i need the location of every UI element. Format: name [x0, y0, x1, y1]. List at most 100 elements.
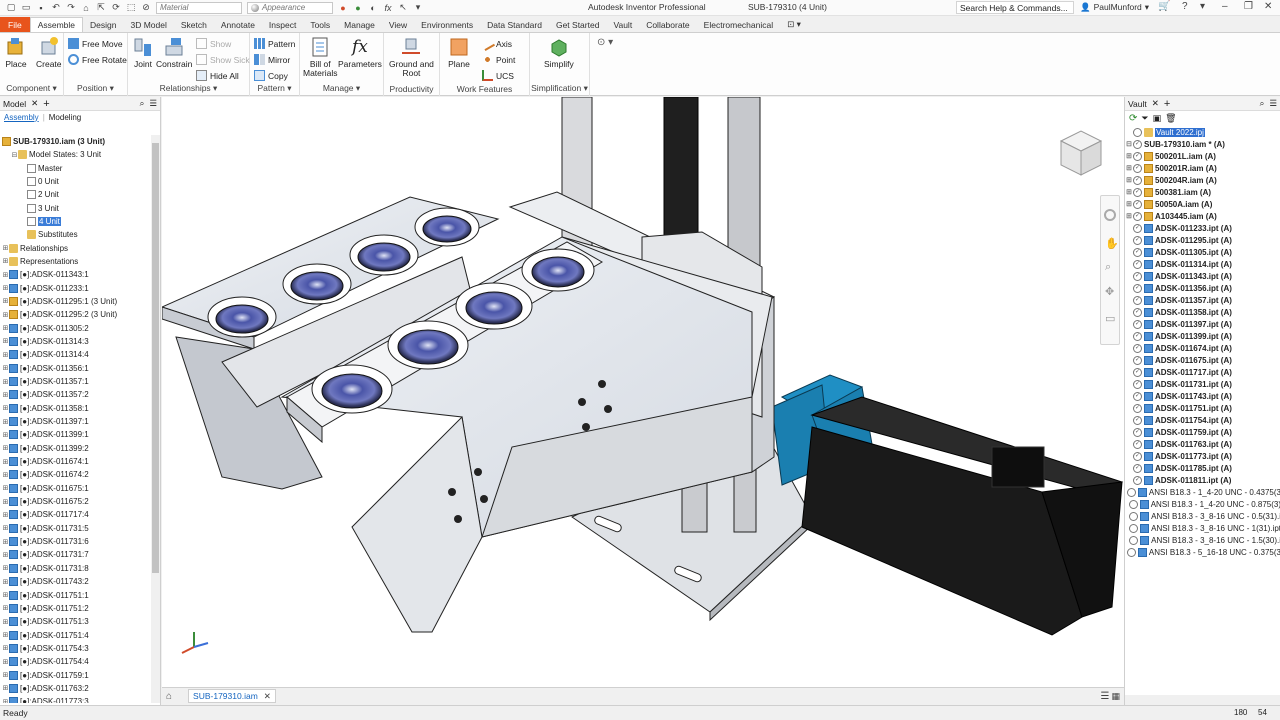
vault-item[interactable]: ⊞ ✓ 500204R.iam (A): [1125, 174, 1280, 186]
vault-item[interactable]: ✓ ADSK-011399.ipt (A): [1125, 330, 1280, 342]
expand-icon[interactable]: ⊞: [2, 538, 9, 546]
tree-item[interactable]: ⊞ [●]:ADSK-011717:4: [0, 508, 150, 521]
tree-item[interactable]: ⊞ [●]:ADSK-011675:2: [0, 495, 150, 508]
tree-item[interactable]: ⊞ [●]:ADSK-011754:3: [0, 642, 150, 655]
tree-item[interactable]: ⊞ [●]:ADSK-011357:1: [0, 375, 150, 388]
expand-icon[interactable]: ⊞: [2, 591, 9, 599]
expand-icon[interactable]: ⊞: [1125, 176, 1133, 184]
user-account[interactable]: 👤 PaulMunford ▾: [1080, 2, 1149, 13]
look-at-icon[interactable]: ▭: [1105, 312, 1115, 325]
tree-item[interactable]: ⊞ [●]:ADSK-011731:7: [0, 548, 150, 561]
restore-icon[interactable]: ❐: [1244, 1, 1253, 12]
vault-item[interactable]: ✓ ADSK-011397.ipt (A): [1125, 318, 1280, 330]
graphics-window[interactable]: ✋ ⌕ ✥ ▭: [162, 97, 1124, 687]
tree-item[interactable]: ⊞ [●]:ADSK-011295:1 (3 Unit): [0, 295, 150, 308]
help-icon[interactable]: ?: [1182, 1, 1188, 12]
expand-icon[interactable]: ⊞: [1125, 200, 1133, 208]
tab-environments[interactable]: Environments: [414, 17, 480, 32]
tree-item[interactable]: ⊞ Representations: [0, 255, 150, 268]
tree-item[interactable]: Substitutes: [0, 228, 150, 241]
vault-item[interactable]: ⊞ ✓ 50050A.iam (A): [1125, 198, 1280, 210]
search-icon[interactable]: ⌕: [140, 98, 145, 109]
expand-icon[interactable]: ⊞: [2, 351, 9, 359]
return-icon[interactable]: ⇱: [94, 2, 108, 14]
pattern-panel-label[interactable]: Pattern ▾: [250, 83, 299, 94]
expand-icon[interactable]: ⊞: [2, 644, 9, 652]
vault-item[interactable]: ✓ ADSK-011343.ipt (A): [1125, 270, 1280, 282]
expand-icon[interactable]: ▾: [411, 2, 425, 14]
vault-item[interactable]: ✓ ADSK-011233.ipt (A): [1125, 222, 1280, 234]
vault-item[interactable]: ⊞ ✓ A103445.iam (A): [1125, 210, 1280, 222]
vault-item[interactable]: ✓ ADSK-011731.ipt (A): [1125, 378, 1280, 390]
filter-icon[interactable]: ⏷: [1141, 113, 1148, 124]
tree-root[interactable]: SUB-179310.iam (3 Unit): [2, 135, 105, 148]
refresh-icon[interactable]: ⟳: [1129, 113, 1137, 124]
vault-item[interactable]: ⊟ ✓ SUB-179310.iam * (A): [1125, 138, 1280, 150]
redo-icon[interactable]: ↷: [64, 2, 78, 14]
delete-icon[interactable]: 🗑: [1165, 113, 1176, 124]
vault-item[interactable]: ANSI B18.3 - 3_8-16 UNC - 1.5(30).i: [1125, 534, 1280, 546]
collapse-icon[interactable]: ⊟: [1125, 140, 1133, 148]
vault-item[interactable]: ✓ ADSK-011754.ipt (A): [1125, 414, 1280, 426]
tree-item[interactable]: ⊞ [●]:ADSK-011343:1: [0, 268, 150, 281]
tab-collaborate[interactable]: Collaborate: [639, 17, 696, 32]
clear-appearance-icon[interactable]: ◐: [366, 2, 380, 14]
undo-icon[interactable]: ↶: [49, 2, 63, 14]
expand-icon[interactable]: ⊞: [1125, 152, 1133, 160]
ucs-button[interactable]: UCS: [482, 70, 514, 81]
vault-item[interactable]: ANSI B18.3 - 3_8-16 UNC - 1(31).ipt: [1125, 522, 1280, 534]
pan-icon[interactable]: ✋: [1105, 237, 1119, 250]
material-dropdown[interactable]: Material: [156, 1, 242, 14]
tree-item[interactable]: ⊞ [●]:ADSK-011731:6: [0, 535, 150, 548]
expand-icon[interactable]: ⊞: [2, 391, 9, 399]
tree-item[interactable]: ⊞ [●]:ADSK-011763:2: [0, 682, 150, 695]
expand-icon[interactable]: ⊞: [2, 431, 9, 439]
tab-modeling[interactable]: Modeling: [49, 113, 81, 122]
help-search-input[interactable]: Search Help & Commands...: [956, 1, 1074, 14]
zoom-icon[interactable]: ⌕: [1105, 261, 1111, 274]
position-panel-label[interactable]: Position ▾: [64, 83, 127, 94]
tree-item[interactable]: ⊞ [●]:ADSK-011399:2: [0, 442, 150, 455]
tree-item[interactable]: ⊞ [●]:ADSK-011773:3: [0, 695, 150, 703]
adjust-icon[interactable]: ●: [351, 2, 365, 14]
tab-assemble[interactable]: Assemble: [29, 17, 84, 32]
vault-item[interactable]: ANSI B18.3 - 3_8-16 UNC - 0.5(31).i: [1125, 510, 1280, 522]
view-cube[interactable]: [1056, 127, 1106, 183]
expand-icon[interactable]: ⊞: [1125, 188, 1133, 196]
tree-item[interactable]: ⊞ [●]:ADSK-011305:2: [0, 321, 150, 334]
menu-icon[interactable]: ☰: [149, 98, 157, 109]
expand-icon[interactable]: ⊞: [2, 444, 9, 452]
tab-tools[interactable]: Tools: [303, 17, 337, 32]
minimize-icon[interactable]: –: [1222, 1, 1228, 12]
tree-item[interactable]: ⊞ Relationships: [0, 241, 150, 254]
copy-button[interactable]: Copy: [254, 70, 288, 81]
expand-icon[interactable]: ⊞: [2, 484, 9, 492]
parameters-button[interactable]: fx Parameters: [338, 36, 382, 69]
tab-model[interactable]: Model: [3, 99, 26, 109]
tree-item[interactable]: ⊞ [●]:ADSK-011675:1: [0, 482, 150, 495]
tree-item[interactable]: ⊞ [●]:ADSK-011314:3: [0, 335, 150, 348]
fx-icon[interactable]: fx: [381, 2, 395, 14]
expand-icon[interactable]: ⊞: [2, 364, 9, 372]
vault-item[interactable]: ANSI B18.3 - 5_16-18 UNC - 0.375(3: [1125, 546, 1280, 558]
component-panel-label[interactable]: Component ▾: [0, 83, 63, 94]
vault-item[interactable]: ✓ ADSK-011674.ipt (A): [1125, 342, 1280, 354]
create-button[interactable]: Create: [36, 36, 62, 69]
expand-icon[interactable]: ⊞: [2, 404, 9, 412]
tree-item[interactable]: ⊞ [●]:ADSK-011314:4: [0, 348, 150, 361]
tab-assembly[interactable]: Assembly: [4, 113, 39, 122]
vault-item[interactable]: ✓ ADSK-011811.ipt (A): [1125, 474, 1280, 486]
expand-icon[interactable]: ⊞: [2, 578, 9, 586]
tab-design[interactable]: Design: [83, 17, 123, 32]
ground-and-root-button[interactable]: Ground and Root: [389, 36, 434, 78]
vault-item[interactable]: ✓ ADSK-011295.ipt (A): [1125, 234, 1280, 246]
tree-item[interactable]: ⊞ [●]:ADSK-011674:1: [0, 455, 150, 468]
expand-icon[interactable]: ⊞: [2, 458, 9, 466]
expand-icon[interactable]: ⊞: [2, 631, 9, 639]
save-icon[interactable]: ▪: [34, 2, 48, 14]
pointer-icon[interactable]: ↖: [396, 2, 410, 14]
expand-icon[interactable]: ⊞: [2, 271, 9, 279]
tree-item[interactable]: ⊞ [●]:ADSK-011751:1: [0, 588, 150, 601]
expand-icon[interactable]: ⊞: [2, 337, 9, 345]
appearance-dropdown[interactable]: Appearance: [247, 1, 333, 14]
